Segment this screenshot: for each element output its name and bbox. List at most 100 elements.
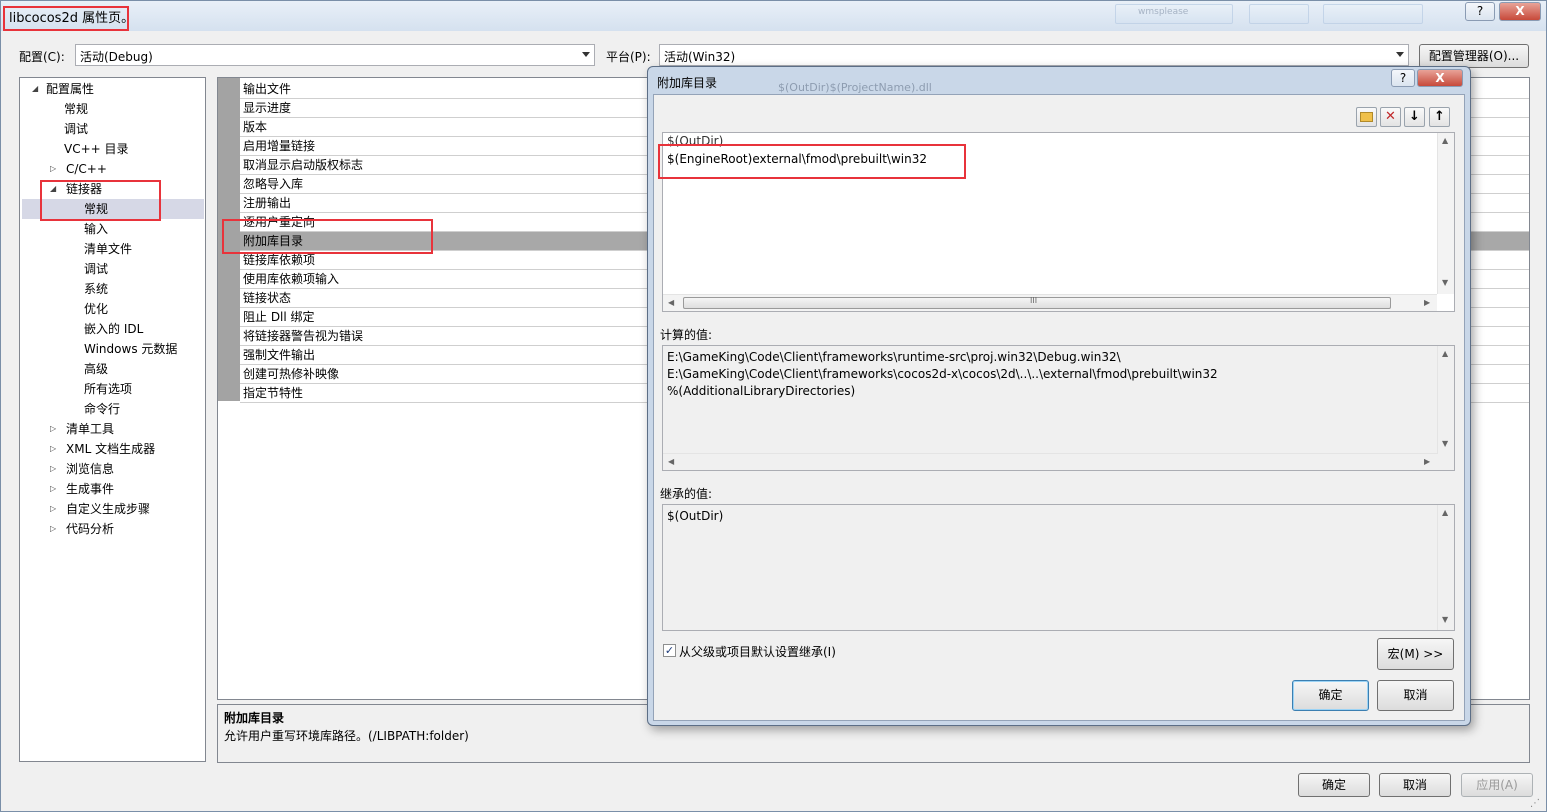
tree-collapsed-icon[interactable]: ▷ (50, 159, 56, 179)
config-dropdown[interactable]: 活动(Debug) (75, 44, 595, 66)
window-title: libcocos2d 属性页。 (9, 11, 135, 26)
scroll-down-icon[interactable]: ▼ (1442, 615, 1448, 624)
move-up-button[interactable]: ↑ (1429, 107, 1450, 127)
help-button[interactable]: ? (1465, 2, 1495, 21)
tree-item-linker-debugging[interactable]: 调试 (84, 259, 108, 279)
config-value: 活动(Debug) (80, 50, 153, 64)
tree-item-label: 生成事件 (66, 482, 115, 496)
scroll-left-icon[interactable]: ◀ (668, 457, 674, 466)
horizontal-scrollbar[interactable]: ◀ III ▶ (663, 294, 1437, 311)
tree-collapsed-icon[interactable]: ▷ (50, 439, 56, 459)
delete-x-icon: ✕ (1385, 109, 1396, 124)
directories-editor[interactable]: $(OutDir) $(EngineRoot)external\fmod\pre… (662, 132, 1455, 312)
inherit-checkbox-label[interactable]: 从父级或项目默认设置继承(I) (679, 643, 836, 660)
background-window-strip: wmsplease (1109, 1, 1439, 31)
background-tab-label: wmsplease (1138, 7, 1189, 17)
platform-value: 活动(Win32) (664, 50, 736, 64)
scroll-up-icon[interactable]: ▲ (1442, 136, 1448, 145)
scroll-thumb[interactable]: III (683, 296, 1391, 309)
tree-expanded-icon[interactable]: ◢ (32, 79, 38, 99)
scroll-right-icon[interactable]: ▶ (1424, 298, 1430, 307)
dialog-close-button[interactable]: X (1417, 69, 1463, 87)
cancel-button[interactable]: 取消 (1379, 773, 1451, 797)
horizontal-scrollbar[interactable]: ◀ ▶ (663, 453, 1437, 470)
property-tree[interactable]: ◢ 配置属性 常规 调试 VC++ 目录 ▷ C/C++ ◢ 链接器 常规 输入… (19, 77, 206, 762)
dialog-cancel-button[interactable]: 取消 (1377, 680, 1454, 711)
vertical-scrollbar[interactable]: ▲ ▼ (1437, 505, 1454, 630)
apply-button[interactable]: 应用(A) (1461, 773, 1533, 797)
tree-item-label: 代码分析 (66, 522, 115, 536)
tree-collapsed-icon[interactable]: ▷ (50, 519, 56, 539)
computed-value: E:\GameKing\Code\Client\frameworks\runti… (667, 350, 1121, 364)
tree-collapsed-icon[interactable]: ▷ (50, 459, 56, 479)
dialog-title: 附加库目录 (657, 76, 718, 90)
tree-item-label: 链接器 (66, 182, 103, 196)
tree-item-manifest-file[interactable]: 清单文件 (84, 239, 132, 259)
tree-item-optimization[interactable]: 优化 (84, 299, 108, 319)
tree-item-linker-general[interactable]: 常规 (22, 199, 204, 219)
inherited-values-label: 继承的值: (660, 487, 713, 501)
tree-item-embedded-idl[interactable]: 嵌入的 IDL (84, 319, 143, 339)
folder-new-icon (1360, 112, 1373, 122)
background-tab-3 (1323, 4, 1423, 24)
dialog-body: ✕ ↓ ↑ $(OutDir) $(EngineRoot)external\fm… (653, 94, 1465, 721)
tree-item-advanced[interactable]: 高级 (84, 359, 108, 379)
tree-item-command-line[interactable]: 命令行 (84, 399, 120, 419)
dialog-help-button[interactable]: ? (1391, 69, 1415, 87)
arrow-down-icon: ↓ (1409, 109, 1420, 124)
tree-item-label: XML 文档生成器 (66, 442, 156, 456)
platform-label: 平台(P): (606, 50, 651, 64)
config-manager-button[interactable]: 配置管理器(O)... (1419, 44, 1529, 68)
tree-item-windows-metadata[interactable]: Windows 元数据 (84, 339, 177, 359)
new-line-button[interactable] (1356, 107, 1377, 127)
description-text: 允许用户重写环境库路径。(/LIBPATH:folder) (224, 729, 469, 743)
scroll-right-icon[interactable]: ▶ (1424, 457, 1430, 466)
scroll-left-icon[interactable]: ◀ (668, 298, 674, 307)
vertical-scrollbar[interactable]: ▲ ▼ (1437, 346, 1454, 454)
computed-value: E:\GameKing\Code\Client\frameworks\cocos… (667, 367, 1218, 381)
tree-item-vc-directories[interactable]: VC++ 目录 (64, 139, 129, 159)
delete-line-button[interactable]: ✕ (1380, 107, 1401, 127)
directory-entry[interactable]: $(EngineRoot)external\fmod\prebuilt\win3… (667, 152, 927, 166)
grid-gutter (218, 78, 240, 401)
macros-button[interactable]: 宏(M) >> (1377, 638, 1454, 670)
move-down-button[interactable]: ↓ (1404, 107, 1425, 127)
scroll-down-icon[interactable]: ▼ (1442, 278, 1448, 287)
tree-item-input[interactable]: 输入 (84, 219, 108, 239)
tree-item-label: 清单工具 (66, 422, 115, 436)
computed-values-box[interactable]: E:\GameKing\Code\Client\frameworks\runti… (662, 345, 1455, 471)
scroll-up-icon[interactable]: ▲ (1442, 508, 1448, 517)
inherited-value: $(OutDir) (667, 509, 724, 523)
background-tab-2 (1249, 4, 1309, 24)
ok-button[interactable]: 确定 (1298, 773, 1370, 797)
platform-dropdown[interactable]: 活动(Win32) (659, 44, 1409, 66)
tree-item-label: 浏览信息 (66, 462, 115, 476)
scroll-grip: III (1030, 296, 1038, 305)
scroll-down-icon[interactable]: ▼ (1442, 439, 1448, 448)
dialog-ok-button[interactable]: 确定 (1292, 680, 1369, 711)
background-tab: wmsplease (1115, 4, 1233, 24)
inherit-checkbox[interactable]: ✓ (663, 644, 676, 657)
vertical-scrollbar[interactable]: ▲ ▼ (1437, 133, 1454, 294)
scroll-up-icon[interactable]: ▲ (1442, 349, 1448, 358)
tree-collapsed-icon[interactable]: ▷ (50, 499, 56, 519)
tree-collapsed-icon[interactable]: ▷ (50, 479, 56, 499)
description-title: 附加库目录 (224, 711, 285, 725)
resize-grip-icon[interactable]: ⋰ (1530, 798, 1540, 809)
tree-item-label: 自定义生成步骤 (66, 502, 151, 516)
tree-expanded-icon[interactable]: ◢ (50, 179, 56, 199)
property-pages-window: libcocos2d 属性页。 wmsplease ? X 配置(C): 活动(… (0, 0, 1547, 812)
close-button[interactable]: X (1499, 2, 1541, 21)
directory-entry[interactable]: $(OutDir) (667, 134, 723, 148)
inherited-values-box[interactable]: $(OutDir) ▲ ▼ (662, 504, 1455, 631)
tree-item-debugging[interactable]: 调试 (64, 119, 88, 139)
arrow-up-icon: ↑ (1434, 109, 1445, 124)
chevron-down-icon (582, 52, 590, 57)
tree-collapsed-icon[interactable]: ▷ (50, 419, 56, 439)
title-bar[interactable]: libcocos2d 属性页。 wmsplease ? X (1, 1, 1546, 31)
tree-item-general[interactable]: 常规 (64, 99, 88, 119)
tree-item-label: 配置属性 (46, 82, 95, 96)
tree-item-system[interactable]: 系统 (84, 279, 108, 299)
tree-item-all-options[interactable]: 所有选项 (84, 379, 132, 399)
config-label: 配置(C): (19, 50, 65, 64)
